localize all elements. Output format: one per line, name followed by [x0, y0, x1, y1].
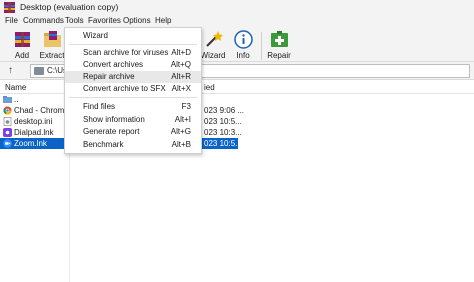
- up-arrow-icon[interactable]: ↑: [8, 65, 13, 76]
- menu-item-convert-archives[interactable]: Convert archives Alt+Q: [65, 59, 201, 71]
- info-label: Info: [236, 51, 250, 60]
- column-name-header[interactable]: Name: [5, 83, 26, 92]
- chrome-shortcut-icon: [3, 106, 12, 115]
- repair-button[interactable]: Repair: [264, 30, 294, 62]
- menu-help[interactable]: Help: [155, 16, 171, 25]
- menu-item-shortcut: F3: [181, 102, 191, 111]
- drive-icon: [34, 67, 44, 75]
- repair-kit-icon: [271, 31, 288, 47]
- menu-item-label: Find files: [83, 102, 116, 111]
- add-archive-icon: [15, 32, 30, 47]
- file-name: desktop.ini: [14, 117, 53, 126]
- menu-item-shortcut: Alt+D: [171, 48, 191, 57]
- menu-item-repair-archive[interactable]: Repair archive Alt+R: [65, 71, 201, 83]
- menu-favorites[interactable]: Favorites: [88, 16, 121, 25]
- menu-commands[interactable]: Commands: [23, 16, 64, 25]
- menu-item-label: Convert archives: [83, 60, 144, 69]
- window-title: Desktop (evaluation copy): [20, 2, 119, 12]
- menu-item-label: Convert archive to SFX: [83, 84, 166, 93]
- extract-folder-icon: [44, 31, 61, 47]
- menu-item-label: Wizard: [83, 31, 108, 40]
- menu-item-shortcut: Alt+G: [170, 127, 191, 136]
- file-name: Chad - Chrome...: [14, 106, 68, 115]
- zoom-shortcut-icon: [3, 139, 12, 148]
- settings-file-icon: [3, 117, 12, 126]
- menu-item-convert-to-sfx[interactable]: Convert archive to SFX Alt+X: [65, 83, 201, 95]
- menu-item-label: Benchmark: [83, 140, 124, 149]
- menu-item-label: Generate report: [83, 127, 140, 136]
- file-modified: 023 10:3...: [204, 128, 242, 137]
- menu-item-shortcut: Alt+R: [171, 72, 191, 81]
- menu-item-wizard[interactable]: Wizard: [65, 30, 201, 42]
- menu-item-label: Scan archive for viruses: [83, 48, 169, 57]
- column-modified-header[interactable]: ied: [204, 83, 215, 92]
- menu-options[interactable]: Options: [123, 16, 151, 25]
- file-modified: 023 9:06 ...: [204, 106, 245, 115]
- menu-item-shortcut: Alt+Q: [170, 60, 191, 69]
- menu-item-label: Repair archive: [83, 72, 135, 81]
- file-name: Dialpad.lnk: [14, 128, 54, 137]
- menu-item-generate-report[interactable]: Generate report Alt+G: [65, 126, 201, 138]
- info-icon: [234, 30, 253, 49]
- menu-item-find-files[interactable]: Find files F3: [65, 101, 201, 113]
- dialpad-shortcut-icon: [3, 128, 12, 137]
- file-modified: 023 10:5...: [204, 139, 242, 148]
- menu-item-scan-viruses[interactable]: Scan archive for viruses Alt+D: [65, 47, 201, 59]
- menu-item-label: Show information: [83, 115, 145, 124]
- menu-tools[interactable]: Tools: [65, 16, 84, 25]
- title-bar: Desktop (evaluation copy): [0, 0, 474, 15]
- info-button[interactable]: Info: [228, 30, 258, 62]
- file-name: ..: [14, 95, 19, 104]
- wizard-wand-icon: [206, 31, 223, 47]
- menu-file[interactable]: File: [5, 16, 18, 25]
- file-modified: 023 10:5...: [204, 117, 242, 126]
- menu-item-shortcut: Alt+I: [174, 115, 191, 124]
- menu-item-show-information[interactable]: Show information Alt+I: [65, 114, 201, 126]
- extract-button[interactable]: Extract: [37, 30, 67, 62]
- file-name: Zoom.lnk: [14, 139, 47, 148]
- menu-item-shortcut: Alt+B: [171, 140, 191, 149]
- menu-separator: [69, 44, 197, 45]
- tools-menu-dropdown: Wizard Scan archive for viruses Alt+D Co…: [64, 27, 202, 154]
- folder-icon: [3, 96, 12, 103]
- repair-label: Repair: [267, 51, 291, 60]
- winrar-app-icon: [4, 2, 15, 13]
- menu-item-benchmark[interactable]: Benchmark Alt+B: [65, 139, 201, 151]
- menu-item-shortcut: Alt+X: [171, 84, 191, 93]
- menu-separator: [69, 97, 197, 98]
